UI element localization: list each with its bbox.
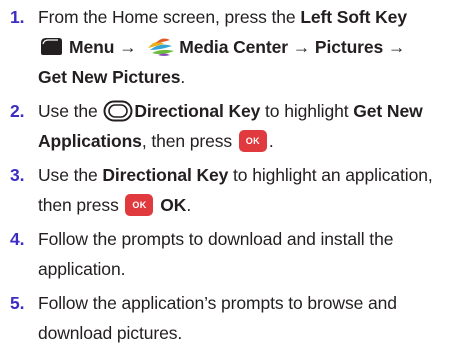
step-text: .: [268, 131, 274, 151]
step-3: 3. Use the Directional Key to highlight …: [6, 160, 442, 220]
media-center-icon: [148, 38, 175, 56]
step-number: 1.: [10, 7, 25, 27]
step-2: 2. Use the Directional Key to highlight …: [6, 96, 442, 156]
steps-list: 1. From the Home screen, press the Left …: [6, 2, 442, 348]
media-center-label: Media Center: [179, 37, 288, 57]
arrow-icon: →: [292, 37, 311, 57]
step-text: Follow the prompts to download and insta…: [38, 229, 394, 279]
step-text: From the Home screen, press the: [38, 7, 301, 27]
key-name: OK: [160, 195, 187, 215]
step-text: .: [186, 195, 192, 215]
left-soft-key-icon: [41, 38, 62, 55]
step-text: Use the: [38, 101, 103, 121]
step-5: 5. Follow the application’s prompts to b…: [6, 288, 442, 348]
step-text: Use the: [38, 165, 103, 185]
menu-label: Menu: [69, 37, 115, 57]
ok-key-icon: OK: [238, 130, 267, 152]
directional-key-icon: [103, 100, 133, 122]
step-text: to highlight: [260, 101, 354, 121]
step-text: .: [180, 67, 186, 87]
key-name: Left Soft Key: [300, 7, 407, 27]
step-number: 5.: [10, 293, 25, 313]
step-text: Follow the application’s prompts to brow…: [38, 293, 397, 343]
instruction-page: 1. From the Home screen, press the Left …: [0, 0, 450, 343]
arrow-icon: →: [387, 37, 406, 57]
step-text: , then press: [141, 131, 237, 151]
step-number: 3.: [10, 165, 25, 185]
ok-key-icon: OK: [125, 194, 154, 216]
arrow-icon: →: [119, 37, 137, 57]
key-name: Directional Key: [102, 165, 229, 185]
step-1: 1. From the Home screen, press the Left …: [6, 2, 442, 92]
step-number: 2.: [10, 101, 25, 121]
key-name: Directional Key: [134, 101, 261, 121]
get-new-pictures-label: Get New Pictures: [38, 67, 181, 87]
pictures-label: Pictures: [314, 37, 384, 57]
step-number: 4.: [10, 229, 25, 249]
step-4: 4. Follow the prompts to download and in…: [6, 224, 442, 284]
